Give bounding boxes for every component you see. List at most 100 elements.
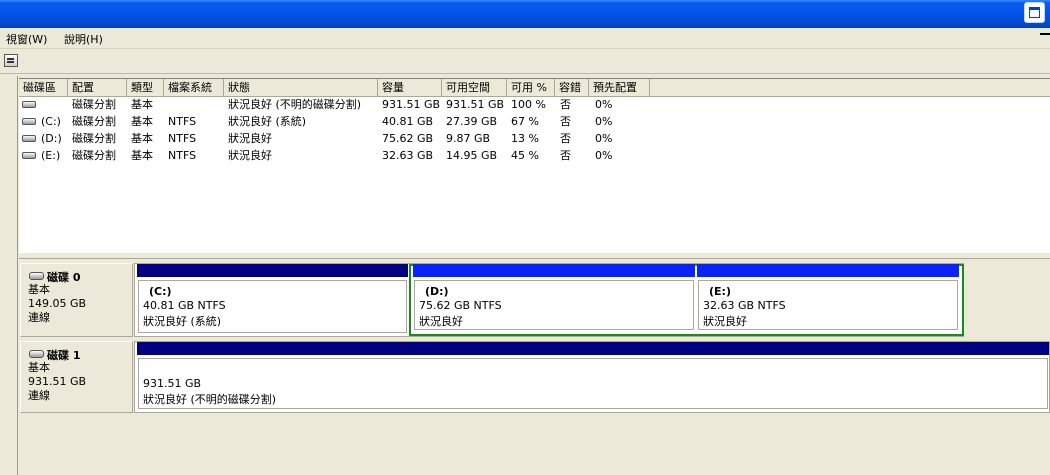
- volume-title: (D:): [425, 285, 449, 298]
- type-cell: 基本: [131, 132, 153, 145]
- volume-bar: [413, 264, 695, 277]
- volume-icon: [22, 118, 36, 125]
- mdi-minimize-icon[interactable]: [1040, 33, 1050, 35]
- column-type[interactable]: 類型: [127, 79, 164, 96]
- column-status[interactable]: 狀態: [224, 79, 378, 96]
- volume-block-e[interactable]: (E:) 32.63 GB NTFS 狀況良好: [697, 264, 959, 331]
- free-space-cell: 27.39 GB: [446, 115, 498, 128]
- capacity-cell: 32.63 GB: [382, 149, 434, 162]
- disk-type: 基本: [28, 361, 50, 374]
- volume-bar: [137, 342, 1049, 355]
- free-percent-cell: 67 %: [511, 115, 539, 128]
- volume-status: 狀況良好 (不明的磁碟分割): [143, 393, 277, 406]
- column-capacity[interactable]: 容量: [378, 79, 442, 96]
- layout-cell: 磁碟分割: [72, 132, 116, 145]
- disk-size: 149.05 GB: [28, 297, 87, 310]
- free-percent-cell: 100 %: [511, 98, 546, 111]
- layout-cell: 磁碟分割: [72, 98, 116, 111]
- disk-row: 磁碟 1 基本 931.51 GB 連線 931.51 GB 狀況良好 (不明的…: [20, 341, 1050, 413]
- capacity-cell: 75.62 GB: [382, 132, 434, 145]
- disk-graph-view: 磁碟 0 基本 149.05 GB 連線 (C:) 40.81 GB NTFS …: [19, 259, 1050, 475]
- disk-label[interactable]: 磁碟 0 基本 149.05 GB 連線: [20, 263, 133, 337]
- volume-block-unknown[interactable]: 931.51 GB 狀況良好 (不明的磁碟分割): [137, 342, 1049, 410]
- filesystem-cell: NTFS: [168, 115, 197, 128]
- disk-label[interactable]: 磁碟 1 基本 931.51 GB 連線: [20, 341, 133, 413]
- free-percent-cell: 13 %: [511, 132, 539, 145]
- volume-cell: (E:): [41, 149, 61, 162]
- column-free-percent[interactable]: 可用 %: [507, 79, 555, 96]
- disk-size: 931.51 GB: [28, 375, 87, 388]
- volume-block-d[interactable]: (D:) 75.62 GB NTFS 狀況良好: [413, 264, 695, 331]
- volume-bar: [697, 264, 959, 277]
- volume-row[interactable]: 磁碟分割 基本 狀況良好 (不明的磁碟分割) 931.51 GB 931.51 …: [19, 96, 1050, 113]
- filesystem-cell: NTFS: [168, 149, 197, 162]
- disk-row: 磁碟 0 基本 149.05 GB 連線 (C:) 40.81 GB NTFS …: [20, 263, 1050, 337]
- volume-row[interactable]: (D:) 磁碟分割 基本 NTFS 狀況良好 75.62 GB 9.87 GB …: [19, 130, 1050, 147]
- left-pane-edge: [0, 76, 18, 475]
- free-space-cell: 9.87 GB: [446, 132, 491, 145]
- title-bar: [0, 0, 1050, 28]
- volume-cell: (D:): [41, 132, 62, 145]
- disk-partitions: 931.51 GB 狀況良好 (不明的磁碟分割): [134, 341, 1050, 413]
- column-fault-tolerance[interactable]: 容錯: [555, 79, 589, 96]
- column-filesystem[interactable]: 檔案系統: [164, 79, 224, 96]
- menu-help[interactable]: 說明(H): [64, 31, 103, 47]
- fault-tolerance-cell: 否: [560, 132, 571, 145]
- column-volume[interactable]: 磁碟區: [19, 79, 68, 96]
- volume-row[interactable]: (C:) 磁碟分割 基本 NTFS 狀況良好 (系統) 40.81 GB 27.…: [19, 113, 1050, 130]
- disk-type: 基本: [28, 283, 50, 296]
- disk-name: 磁碟 0: [47, 271, 81, 284]
- capacity-cell: 40.81 GB: [382, 115, 434, 128]
- column-overhead[interactable]: 預先配置: [589, 79, 650, 96]
- volume-status: 狀況良好 (系統): [143, 315, 222, 328]
- volume-title: (E:): [709, 285, 731, 298]
- fault-tolerance-cell: 否: [560, 149, 571, 162]
- volume-cell: (C:): [41, 115, 61, 128]
- volume-info: 75.62 GB NTFS: [419, 299, 502, 312]
- volume-status: 狀況良好: [703, 315, 747, 328]
- status-cell: 狀況良好: [228, 149, 272, 162]
- toolbar: [0, 49, 1050, 74]
- disk-drive-icon: [29, 272, 44, 280]
- volume-title: (C:): [149, 285, 172, 298]
- layout-cell: 磁碟分割: [72, 115, 116, 128]
- volume-info: 931.51 GB: [143, 377, 202, 390]
- overhead-cell: 0%: [595, 132, 613, 145]
- volume-row[interactable]: (E:) 磁碟分割 基本 NTFS 狀況良好 32.63 GB 14.95 GB…: [19, 147, 1050, 164]
- column-layout[interactable]: 配置: [68, 79, 127, 96]
- filesystem-cell: NTFS: [168, 132, 197, 145]
- type-cell: 基本: [131, 149, 153, 162]
- free-percent-cell: 45 %: [511, 149, 539, 162]
- capacity-cell: 931.51 GB: [382, 98, 441, 111]
- maximize-button[interactable]: [1024, 2, 1045, 23]
- status-cell: 狀況良好 (系統): [228, 115, 307, 128]
- maximize-icon: [1029, 7, 1040, 18]
- volume-icon: [22, 135, 36, 142]
- volume-info: 40.81 GB NTFS: [143, 299, 226, 312]
- overhead-cell: 0%: [595, 115, 613, 128]
- fault-tolerance-cell: 否: [560, 98, 571, 111]
- status-cell: 狀況良好: [228, 132, 272, 145]
- column-free-space[interactable]: 可用空間: [442, 79, 507, 96]
- fault-tolerance-cell: 否: [560, 115, 571, 128]
- disk-name: 磁碟 1: [47, 349, 81, 362]
- volume-status: 狀況良好: [419, 315, 463, 328]
- disk-properties-icon[interactable]: [4, 54, 18, 67]
- status-cell: 狀況良好 (不明的磁碟分割): [228, 98, 362, 111]
- type-cell: 基本: [131, 115, 153, 128]
- volume-icon: [22, 101, 36, 108]
- volume-bar: [137, 264, 408, 277]
- volume-info: 32.63 GB NTFS: [703, 299, 786, 312]
- volume-list-header: 磁碟區 配置 類型 檔案系統 狀態 容量 可用空間 可用 % 容錯 預先配置: [19, 79, 1050, 97]
- layout-cell: 磁碟分割: [72, 149, 116, 162]
- menu-window[interactable]: 視窗(W): [6, 31, 47, 47]
- volume-block-c[interactable]: (C:) 40.81 GB NTFS 狀況良好 (系統): [137, 264, 408, 334]
- disk-state: 連線: [28, 311, 50, 324]
- disk-state: 連線: [28, 389, 50, 402]
- volume-list: 磁碟區 配置 類型 檔案系統 狀態 容量 可用空間 可用 % 容錯 預先配置 磁…: [19, 78, 1050, 254]
- menu-bar: 視窗(W) 說明(H): [0, 28, 1050, 49]
- free-space-cell: 931.51 GB: [446, 98, 505, 111]
- overhead-cell: 0%: [595, 149, 613, 162]
- free-space-cell: 14.95 GB: [446, 149, 498, 162]
- disk-partitions: (C:) 40.81 GB NTFS 狀況良好 (系統) (D:) 75.62 …: [134, 263, 964, 337]
